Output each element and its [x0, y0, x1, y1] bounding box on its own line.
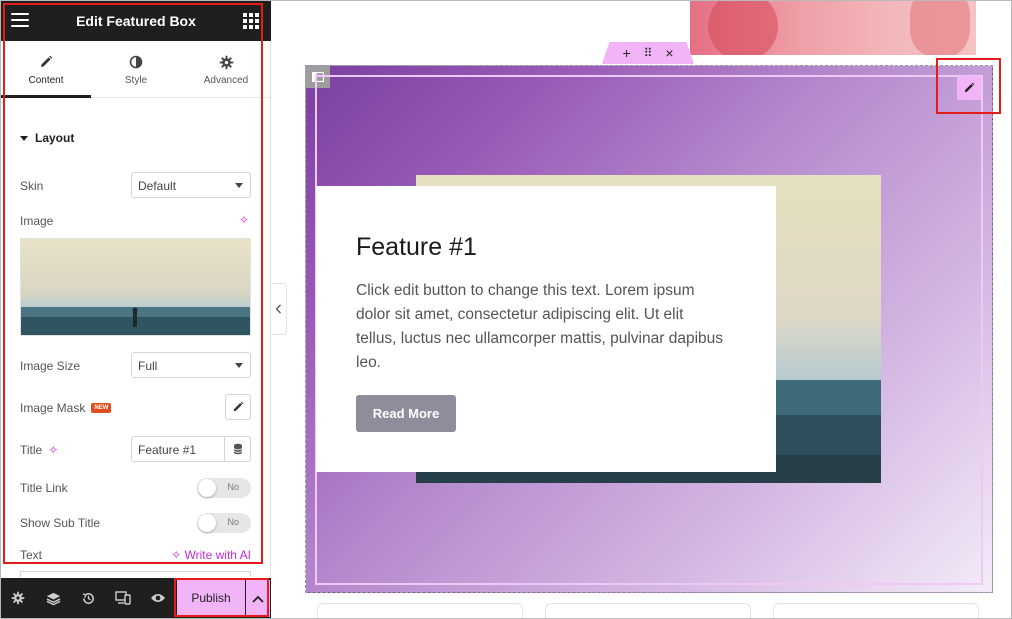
tab-advanced-label: Advanced [203, 75, 249, 86]
read-more-button[interactable]: Read More [356, 395, 456, 432]
image-picker-preview[interactable] [20, 238, 251, 336]
title-label-row: Title ✧ [20, 443, 58, 457]
panel-title: Edit Featured Box [76, 13, 196, 29]
panel-collapse-button[interactable] [271, 283, 287, 335]
image-size-label: Image Size [20, 359, 81, 373]
tab-style-label: Style [124, 75, 148, 86]
widgets-grid-icon[interactable] [243, 13, 259, 29]
controls-area: Layout Skin Default Image ✧ Image Size F… [1, 99, 271, 577]
text-editor-field[interactable] [20, 571, 251, 577]
pencil-icon [964, 82, 975, 93]
database-icon [233, 443, 242, 455]
layout-section-toggle[interactable]: Layout [20, 131, 74, 145]
preview-eye-icon[interactable] [149, 589, 167, 607]
history-icon[interactable] [79, 589, 97, 607]
next-card [317, 603, 523, 619]
layers-navigator-icon[interactable] [44, 589, 62, 607]
image-shape [910, 1, 970, 55]
chevron-down-icon [235, 183, 243, 188]
contrast-icon [91, 53, 181, 71]
skin-label: Skin [20, 179, 44, 193]
next-card [545, 603, 751, 619]
tab-advanced[interactable]: Advanced [181, 41, 271, 97]
image-shape [708, 1, 778, 55]
editor-panel: Edit Featured Box Content Style Advanced [1, 1, 271, 619]
panel-header: Edit Featured Box [1, 1, 271, 41]
title-link-label: Title Link [20, 481, 68, 495]
settings-gear-icon[interactable] [9, 589, 27, 607]
toggle-knob [198, 479, 216, 497]
pencil-icon [1, 53, 91, 71]
section-handle: + ⠿ × [602, 42, 694, 64]
layout-section-title: Layout [35, 131, 75, 145]
tab-style[interactable]: Style [91, 41, 181, 97]
image-size-select[interactable]: Full [131, 352, 251, 378]
toggle-knob [198, 514, 216, 532]
skin-select[interactable]: Default [131, 172, 251, 198]
feature-title[interactable]: Feature #1 [356, 233, 477, 262]
responsive-mode-icon[interactable] [114, 589, 132, 607]
title-link-toggle[interactable]: No [197, 478, 251, 498]
ai-sparkle-icon: ✧ [171, 548, 185, 562]
pencil-icon [233, 401, 244, 412]
drag-section-icon[interactable]: ⠿ [644, 47, 653, 59]
feature-card: Feature #1 Click edit button to change t… [316, 186, 776, 472]
dynamic-tags-button[interactable] [224, 436, 251, 462]
chevron-left-icon [275, 304, 281, 314]
publish-button[interactable]: Publish [177, 580, 245, 617]
chevron-down-icon [235, 363, 243, 368]
ai-sparkle-icon[interactable]: ✧ [48, 443, 58, 457]
write-with-ai-label: Write with AI [184, 548, 251, 562]
add-section-icon[interactable]: + [622, 46, 630, 60]
chevron-up-icon [252, 595, 264, 603]
panel-footer: Publish [1, 578, 271, 619]
featured-section[interactable]: Feature #1 Click edit button to change t… [305, 65, 993, 593]
gear-icon [181, 53, 271, 71]
publish-options-button[interactable] [246, 580, 270, 617]
edit-widget-button[interactable] [957, 76, 981, 100]
panel-tabs: Content Style Advanced [1, 41, 271, 98]
image-mask-label: Image Mask [20, 401, 86, 415]
show-sub-title-toggle-text: No [227, 517, 239, 527]
image-mask-edit-button[interactable] [225, 394, 251, 420]
tab-content-label: Content [28, 75, 64, 86]
show-sub-title-toggle[interactable]: No [197, 513, 251, 533]
next-card [773, 603, 979, 619]
image-label: Image [20, 214, 54, 228]
title-link-toggle-text: No [227, 482, 239, 492]
image-size-select-value: Full [138, 359, 158, 373]
ai-sparkle-icon[interactable]: ✧ [239, 213, 249, 227]
show-sub-title-label: Show Sub Title [20, 516, 101, 530]
feature-text[interactable]: Click edit button to change this text. L… [356, 279, 728, 375]
write-with-ai-link[interactable]: ✧ Write with AI [171, 548, 251, 562]
title-label: Title [20, 443, 43, 457]
previous-section-image [690, 1, 976, 55]
title-input[interactable]: Feature #1 [131, 436, 225, 462]
image-mask-label-row: Image Mask NEW [20, 401, 112, 415]
tab-content[interactable]: Content [1, 41, 91, 98]
caret-down-icon [20, 135, 28, 141]
new-badge: NEW [91, 403, 112, 413]
skin-select-value: Default [138, 179, 177, 193]
text-label: Text [20, 548, 43, 562]
delete-section-icon[interactable]: × [665, 46, 673, 60]
